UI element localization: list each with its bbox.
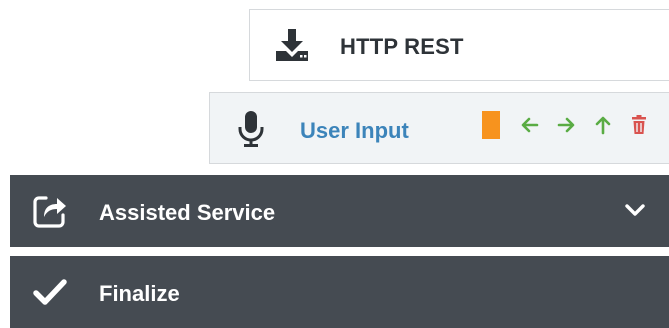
flow-editor: HTTP REST User Input Assisted Service Fi… [0,0,669,328]
microphone-icon [236,109,266,149]
share-icon [32,193,68,229]
finalize-label: Finalize [99,281,180,306]
user-input-block[interactable]: User Input [209,92,669,164]
arrow-up-icon [595,116,611,135]
move-up-button[interactable] [591,113,615,137]
delete-button[interactable] [627,113,651,137]
trash-icon [632,115,646,134]
move-right-button[interactable] [554,113,578,137]
assisted-service-label: Assisted Service [99,200,276,225]
move-left-button[interactable] [518,113,542,137]
finalize-section[interactable]: Finalize [10,256,669,328]
block-color-marker [482,111,500,139]
chevron-down-icon[interactable] [622,197,648,223]
download-icon [274,27,310,63]
arrow-left-icon [521,117,539,133]
check-icon [32,274,68,310]
http-rest-label: HTTP REST [340,34,464,59]
assisted-service-section[interactable]: Assisted Service [10,175,669,247]
http-rest-block[interactable]: HTTP REST [249,9,669,81]
user-input-link[interactable]: User Input [300,118,409,144]
arrow-right-icon [557,117,575,133]
